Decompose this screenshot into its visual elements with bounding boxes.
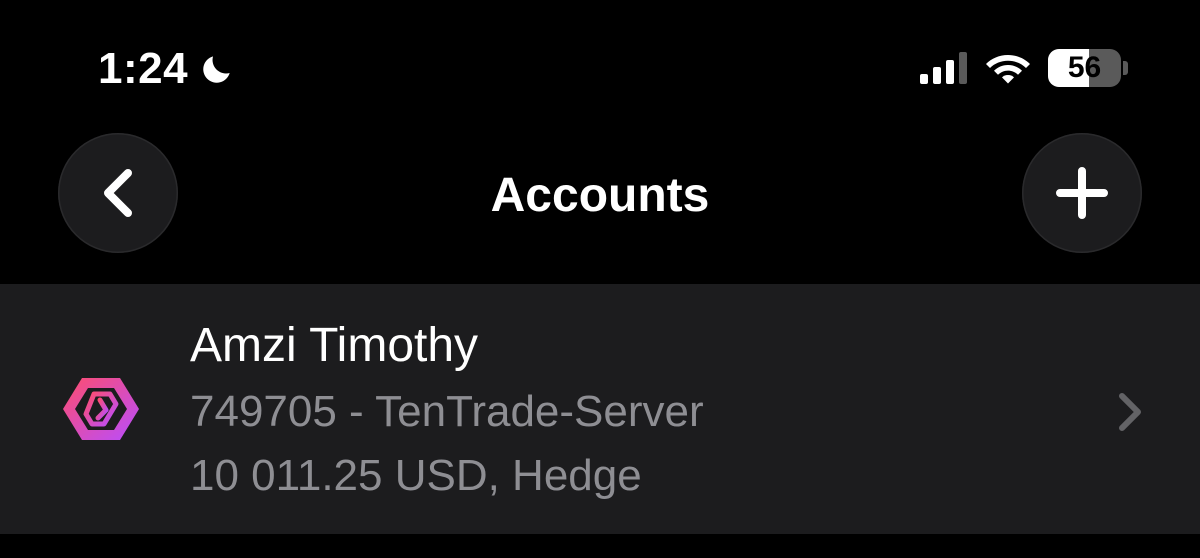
chevron-right-icon bbox=[1119, 393, 1141, 431]
battery-body: 56 bbox=[1048, 49, 1122, 87]
plus-icon bbox=[1056, 167, 1108, 219]
battery-cap bbox=[1123, 61, 1128, 75]
wifi-icon bbox=[986, 55, 1030, 84]
page-title: Accounts bbox=[490, 169, 710, 222]
status-time-group: 1:24 bbox=[98, 44, 236, 94]
status-indicators: 56 bbox=[920, 48, 1128, 88]
back-button[interactable] bbox=[58, 133, 178, 253]
navigation-bar: Accounts bbox=[0, 130, 1200, 280]
cellular-signal-icon bbox=[920, 52, 967, 84]
status-time: 1:24 bbox=[98, 44, 189, 93]
status-bar: 1:24 56 bbox=[0, 0, 1200, 130]
account-server: 749705 - TenTrade-Server bbox=[190, 387, 704, 436]
battery-icon: 56 bbox=[1048, 48, 1128, 88]
account-balance: 10 011.25 USD, Hedge bbox=[190, 451, 642, 500]
account-list-item[interactable]: Amzi Timothy 749705 - TenTrade-Server 10… bbox=[0, 284, 1200, 534]
account-name: Amzi Timothy bbox=[190, 319, 479, 372]
broker-logo-icon bbox=[63, 378, 139, 440]
battery-level: 56 bbox=[1067, 51, 1102, 84]
add-account-button[interactable] bbox=[1022, 133, 1142, 253]
moon-icon bbox=[203, 56, 230, 83]
chevron-left-icon bbox=[104, 169, 132, 217]
